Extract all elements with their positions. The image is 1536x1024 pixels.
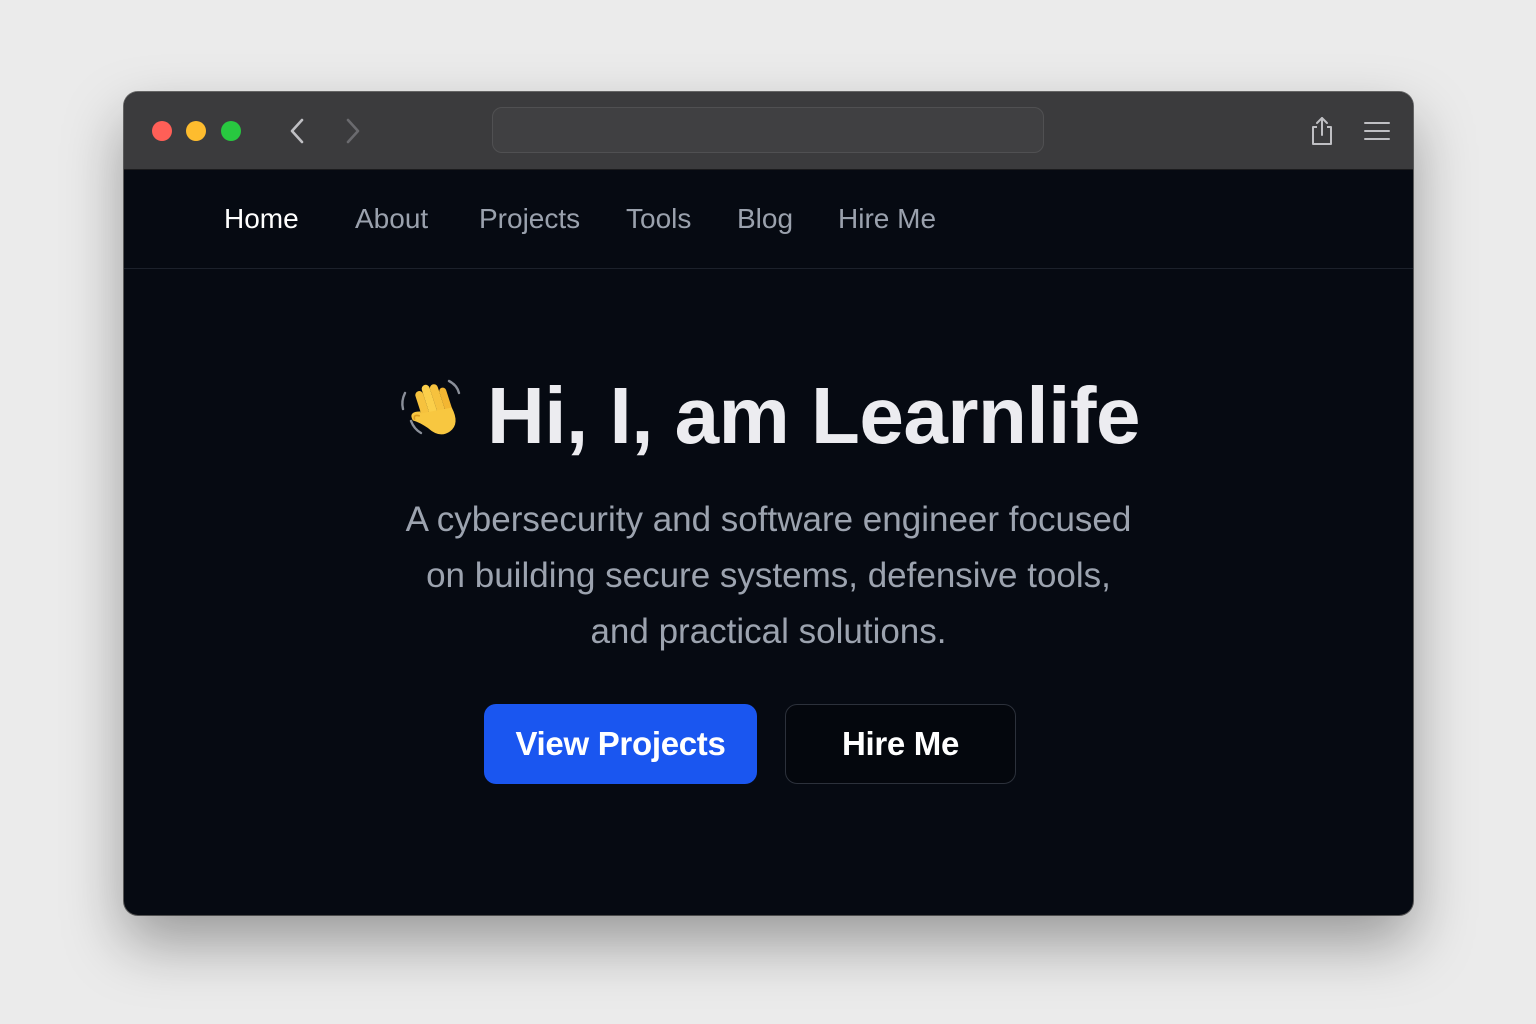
nav-link-home[interactable]: Home (224, 170, 299, 268)
hire-me-button[interactable]: Hire Me (785, 704, 1016, 784)
chevron-left-icon (290, 118, 304, 144)
address-bar[interactable] (492, 107, 1044, 153)
hero-subtitle: A cybersecurity and software engineer fo… (124, 492, 1413, 660)
minimize-window-button[interactable] (186, 121, 206, 141)
share-icon (1312, 117, 1332, 145)
menu-button[interactable] (1360, 114, 1394, 148)
hamburger-menu-icon (1364, 122, 1390, 140)
browser-window: Home About Projects Tools Blog Hire Me H… (124, 92, 1413, 915)
site-navigation: Home About Projects Tools Blog Hire Me (124, 170, 1413, 269)
back-button[interactable] (282, 114, 312, 148)
forward-button[interactable] (338, 114, 368, 148)
nav-link-projects[interactable]: Projects (479, 170, 580, 268)
chevron-right-icon (346, 118, 360, 144)
nav-link-tools[interactable]: Tools (626, 170, 691, 268)
close-window-button[interactable] (152, 121, 172, 141)
share-button[interactable] (1305, 114, 1339, 148)
nav-link-hire-me[interactable]: Hire Me (838, 170, 936, 268)
hero-title-text: Hi, I, am Learnlife (487, 371, 1140, 460)
view-projects-button[interactable]: View Projects (484, 704, 757, 784)
nav-link-about[interactable]: About (355, 170, 428, 268)
browser-title-bar (124, 92, 1413, 170)
hero-heading: Hi, I, am Learnlife (124, 370, 1413, 462)
waving-hand-icon (401, 379, 461, 435)
hero-subtitle-line: A cybersecurity and software engineer fo… (405, 500, 1132, 539)
nav-link-blog[interactable]: Blog (737, 170, 793, 268)
hero-subtitle-line: and practical solutions. (590, 612, 947, 651)
hero-subtitle-line: on building secure systems, defensive to… (426, 556, 1111, 595)
maximize-window-button[interactable] (221, 121, 241, 141)
